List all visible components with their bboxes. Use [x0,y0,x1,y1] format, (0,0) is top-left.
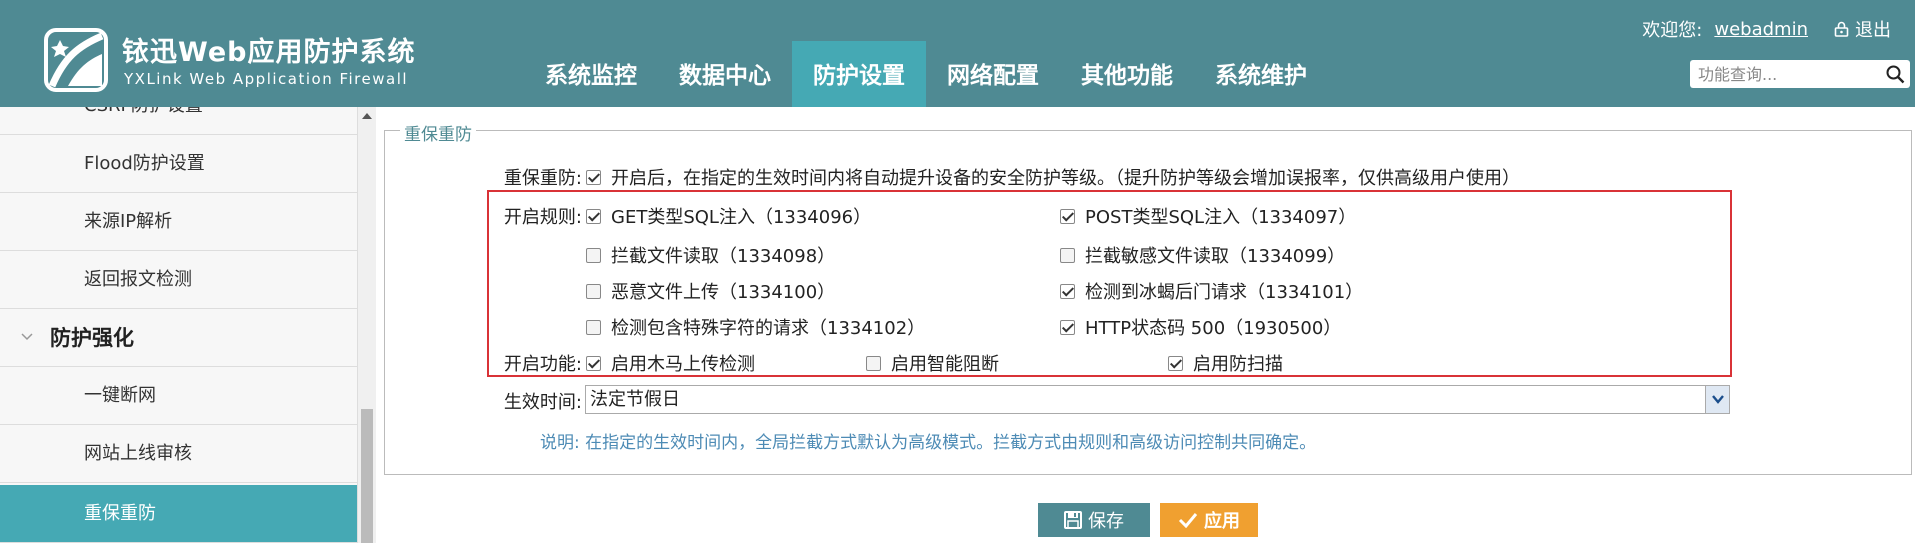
main-nav: 系统监控 数据中心 防护设置 网络配置 其他功能 系统维护 [524,41,1328,107]
feature-label-smart-block: 启用智能阻断 [891,354,999,375]
logout-label: 退出 [1855,20,1891,41]
enable-label: 重保重防: [503,168,582,189]
username-link[interactable]: webadmin [1714,19,1808,40]
feature-smart-block: 启用智能阻断 [866,350,999,376]
features-label: 开启功能: [503,354,582,375]
chevron-down-icon [21,333,33,341]
logout-button[interactable]: 退出 [1834,16,1891,42]
chevron-down-icon [1712,395,1724,404]
logo-title: 铱迅Web应用防护系统 [122,37,416,68]
sidebar-item-source-ip[interactable]: 来源IP解析 [0,193,357,251]
note-text: 说明: 在指定的生效时间内，全局拦截方式默认为高级模式。拦截方式由规则和高级访问… [540,433,1317,453]
apply-label: 应用 [1204,511,1240,532]
nav-network-config[interactable]: 网络配置 [926,41,1060,107]
check-icon [1178,513,1198,528]
rule-1334099: 拦截敏感文件读取（1334099） [1060,242,1345,268]
sidebar-item-csrf[interactable]: CSRF防护设置 [0,107,357,135]
save-button[interactable]: 保存 [1038,503,1150,537]
logo-subtitle: YXLink Web Application Firewall [124,70,409,88]
rule-checkbox-1334102[interactable] [586,319,601,335]
nav-protection-settings[interactable]: 防护设置 [792,41,926,107]
function-search [1690,60,1910,88]
sidebar-scrollbar[interactable] [358,107,376,543]
time-label: 生效时间: [503,392,582,413]
scrollbar-thumb[interactable] [361,409,373,543]
enable-row: 重保重防: 开启后，在指定的生效时间内将自动提升设备的安全防护等级。（提升防护等… [425,164,1520,190]
features-row: 开启功能: 启用木马上传检测 [425,350,755,376]
fieldset-legend: 重保重防 [400,120,476,145]
sidebar-item-response-check[interactable]: 返回报文检测 [0,251,357,309]
sidebar-item-key-protection[interactable]: 重保重防 [0,485,357,543]
rules-row-1: 开启规则: GET类型SQL注入（1334096） [425,203,871,229]
search-icon[interactable] [1886,65,1905,84]
rule-label-1334098: 拦截文件读取（1334098） [611,246,836,267]
rule-label-1334096: GET类型SQL注入（1334096） [611,207,872,228]
sidebar-item-site-audit[interactable]: 网站上线审核 [0,425,357,483]
rule-label-1334097: POST类型SQL注入（1334097） [1085,207,1357,228]
sidebar-item-one-click-disconnect[interactable]: 一键断网 [0,367,357,425]
nav-system-maintenance[interactable]: 系统维护 [1194,41,1328,107]
save-label: 保存 [1088,511,1124,532]
effective-time-select[interactable]: 法定节假日 [585,385,1730,414]
user-bar: 欢迎您: webadmin 退出 [1642,16,1891,42]
rule-1334097: POST类型SQL注入（1334097） [1060,203,1356,229]
time-row: 生效时间: [425,388,582,414]
rule-checkbox-1334101[interactable] [1060,283,1075,299]
feature-checkbox-anti-scan[interactable] [1168,355,1183,371]
rule-1930500: HTTP状态码 500（1930500） [1060,314,1341,340]
rule-checkbox-1334098[interactable] [586,247,601,263]
logo-icon [44,28,108,92]
rule-label-1334101: 检测到冰蝎后门请求（1334101） [1085,282,1364,303]
search-input[interactable] [1690,60,1876,88]
rule-1334101: 检测到冰蝎后门请求（1334101） [1060,278,1363,304]
save-icon [1064,511,1082,529]
effective-time-value: 法定节假日 [590,389,680,410]
rule-checkbox-1334100[interactable] [586,283,601,299]
rule-label-1930500: HTTP状态码 500（1930500） [1085,318,1342,339]
rule-checkbox-1334096[interactable] [586,208,601,224]
rule-1334098: 拦截文件读取（1334098） [586,242,835,268]
rule-checkbox-1334097[interactable] [1060,208,1075,224]
sidebar-group-hardening[interactable]: 防护强化 [0,309,357,367]
feature-label-trojan-upload: 启用木马上传检测 [611,354,755,375]
feature-checkbox-smart-block[interactable] [866,355,881,371]
feature-checkbox-trojan-upload[interactable] [586,355,601,371]
rule-checkbox-1930500[interactable] [1060,319,1075,335]
feature-anti-scan: 启用防扫描 [1168,350,1283,376]
header: 铱迅Web应用防护系统 YXLink Web Application Firew… [0,0,1915,107]
rule-label-1334102: 检测包含特殊字符的请求（1334102） [611,318,926,339]
dropdown-arrow[interactable] [1705,386,1729,413]
rule-label-1334099: 拦截敏感文件读取（1334099） [1085,246,1346,267]
lock-icon [1834,21,1849,37]
scroll-up-arrow-icon[interactable] [362,113,372,119]
rule-label-1334100: 恶意文件上传（1334100） [611,282,836,303]
rule-1334100: 恶意文件上传（1334100） [586,278,835,304]
welcome-text: 欢迎您: [1642,20,1703,41]
rules-label: 开启规则: [503,207,582,228]
rule-1334102: 检测包含特殊字符的请求（1334102） [586,314,925,340]
enable-description: 开启后，在指定的生效时间内将自动提升设备的安全防护等级。（提升防护等级会增加误报… [611,168,1520,189]
enable-checkbox[interactable] [586,169,601,185]
rule-checkbox-1334099[interactable] [1060,247,1075,263]
nav-data-center[interactable]: 数据中心 [658,41,792,107]
sidebar: CSRF防护设置 Flood防护设置 来源IP解析 返回报文检测 防护强化 一键… [0,107,358,543]
sidebar-item-flood[interactable]: Flood防护设置 [0,135,357,193]
feature-label-anti-scan: 启用防扫描 [1193,354,1283,375]
nav-system-monitor[interactable]: 系统监控 [524,41,658,107]
apply-button[interactable]: 应用 [1160,503,1258,537]
sidebar-group-label: 防护强化 [50,326,134,350]
nav-other-functions[interactable]: 其他功能 [1060,41,1194,107]
